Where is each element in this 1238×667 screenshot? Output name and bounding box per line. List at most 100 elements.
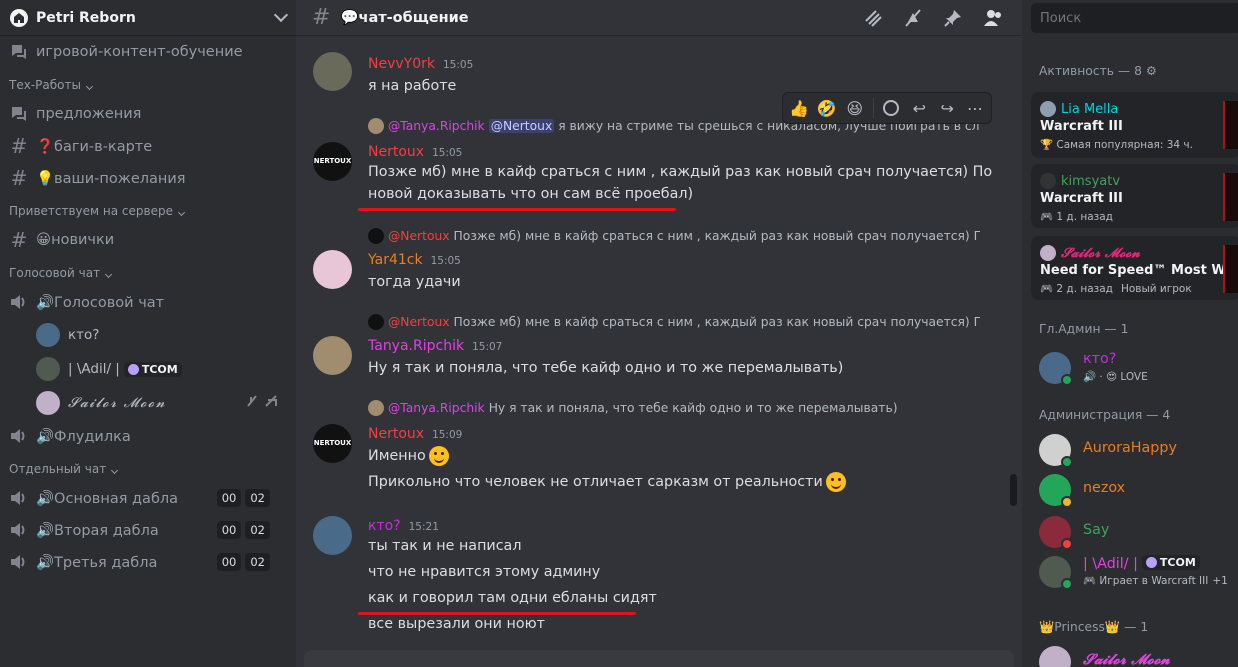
reply-author[interactable]: @Tanya.Ripchik [388,119,485,133]
category-header[interactable]: Тех-Работы [0,68,296,98]
more-icon[interactable]: ⋯ [965,96,985,120]
activity-card[interactable]: 𝓢𝓪𝓲𝓵𝓸𝓻 𝓜𝓸𝓸𝓷 Need for Speed™ Most Wa... 🎮 2… [1031,236,1238,300]
reply-text: Ну я так и поняла, что тебе кайф одно и … [488,401,898,415]
username[interactable]: кто? 15:21 [368,518,439,534]
avatar[interactable] [313,336,352,375]
red-underline-annotation [358,208,676,211]
reply-author[interactable]: @Nertoux [388,229,450,243]
thumbs-up-icon[interactable]: 👍 [789,96,809,120]
reply-preview[interactable]: @Nertoux Позже мб) мне в кайф сраться с н… [368,228,980,244]
grin-icon[interactable]: 😆 [845,96,865,120]
user-count-badge: 00 [216,553,242,571]
sidebar-item-channel[interactable]: 🔊Основная дабла 00 02 [0,482,296,514]
channel-label: 🔊Голосовой чат [36,294,165,311]
add-reaction-icon[interactable] [882,96,902,120]
author-name[interactable]: Yar41ck [368,252,423,268]
scrollbar-thumb[interactable] [1010,474,1017,506]
game-name: Need for Speed™ Most Wa... [1040,263,1238,278]
avatar[interactable] [313,250,352,289]
reply-icon[interactable]: ↩ [909,96,929,120]
category-label: Тех-Работы [9,78,81,92]
member-item[interactable]: nezox [1039,470,1238,510]
activity-card[interactable]: kimsyatv Warcraft III 🎮 1 д. назад [1031,164,1238,228]
username[interactable]: Yar41ck 15:05 [368,252,461,268]
threads-icon[interactable] [862,7,884,29]
message-composer[interactable] [304,650,1014,667]
voice-user-name: 𝓢𝓪𝓲𝓵𝓸𝓻 𝓜𝓸𝓸𝓷 [68,395,167,411]
clan-tag-icon [127,363,139,375]
member-item[interactable]: Say [1039,512,1238,552]
activity-user-name[interactable]: kimsyatv [1061,174,1120,189]
voice-user[interactable]: кто? [0,318,296,352]
avatar[interactable] [313,52,352,91]
member-name: кто? [1083,351,1116,367]
member-group-header: 👑Princess👑 — 1 [1039,620,1149,634]
member-name-text: Say [1083,522,1110,538]
sidebar-item-channel[interactable]: # 😀новички [0,224,296,256]
member-item[interactable]: AuroraHappy [1039,430,1238,470]
member-item[interactable]: 𝓢𝓪𝓲𝓵𝓸𝓻 𝓜𝓸𝓸𝓷 [1039,642,1238,667]
activity-user-name[interactable]: Lia Mella [1061,102,1118,117]
activity-card[interactable]: Lia Mella Warcraft III 🏆 Самая популярная:… [1031,92,1238,158]
sidebar-item-channel[interactable]: 🔊Голосовой чат [0,286,296,318]
server-home-icon [10,8,28,27]
message-line: я на работе [368,78,457,94]
members-icon[interactable] [982,7,1004,29]
message-line: как и говорил там одни ебланы сидят [368,590,657,606]
avatar[interactable]: NERTOUX [313,142,352,181]
sidebar-item-channel[interactable]: 🔊Третья дабла 00 02 [0,546,296,578]
username[interactable]: NevvY0rk 15:05 [368,56,473,72]
search-input[interactable] [1031,3,1238,33]
category-header[interactable]: Приветствуем на сервере [0,194,296,224]
reply-preview[interactable]: @Tanya.Ripchik Ну я так и поняла, что теб… [368,400,980,416]
activity-user-name[interactable]: 𝓢𝓪𝓲𝓵𝓸𝓻 𝓜𝓸𝓸𝓷 [1061,246,1140,261]
author-name[interactable]: Tanya.Ripchik [368,338,464,354]
forward-icon[interactable]: ↪ [937,96,957,120]
reply-author[interactable]: @Nertoux [388,315,450,329]
voice-user[interactable]: 𝓢𝓪𝓲𝓵𝓸𝓻 𝓜𝓸𝓸𝓷 [0,386,296,420]
chevron-down-icon[interactable] [273,7,289,23]
game-name: Warcraft III [1040,119,1123,134]
sidebar-item-channel[interactable]: # 💡ваши-пожелания [0,162,296,194]
pin-icon[interactable] [942,7,964,29]
channel-label: ❓баги-в-карте [36,138,153,155]
username[interactable]: Nertoux 15:09 [368,426,462,442]
sidebar-item-channel[interactable]: 🔊Вторая дабла 00 02 [0,514,296,546]
user-limit-badges: 00 02 [215,489,270,507]
sidebar-item-channel[interactable]: 🔊Флудилка [0,420,296,452]
chevron-down-icon [111,466,119,475]
reply-author[interactable]: @Tanya.Ripchik [388,401,485,415]
member-item[interactable]: кто? 🔊 · 😍 LOVE [1039,348,1238,388]
timestamp: 15:09 [432,429,463,441]
avatar[interactable] [313,516,352,555]
message-line: что не нравится этому админу [368,564,601,580]
username[interactable]: Tanya.Ripchik 15:07 [368,338,502,354]
status-indicator [1061,456,1073,468]
rofl-icon[interactable]: 🤣 [817,96,837,120]
voice-user[interactable]: | \Adil/ | TCOM [0,352,296,386]
mention[interactable]: @Nertoux [488,119,555,133]
mute-icon[interactable] [902,7,924,29]
reply-preview[interactable]: @Nertoux Позже мб) мне в кайф сраться с н… [368,314,980,330]
username[interactable]: Nertoux 15:05 [368,144,462,160]
activity-time: 🎮 1 д. назад [1040,211,1113,223]
category-header[interactable]: Голосовой чат [0,256,296,286]
message-text: новой доказывать что он сам всё проебал) [368,186,693,202]
hash-icon: # [10,166,28,190]
author-name[interactable]: Nertoux [368,426,424,442]
avatar[interactable]: NERTOUX [313,424,352,463]
member-item[interactable]: | \Adil/ | TCOM 🎮 Играет в Warcraft III +1 [1039,552,1238,592]
sidebar-item-channel[interactable]: # ❓баги-в-карте [0,130,296,162]
category-label: Отдельный чат [9,462,107,476]
gear-icon[interactable]: ⚙ [1142,64,1157,78]
author-name[interactable]: кто? [368,518,401,534]
category-header[interactable]: Отдельный чат [0,452,296,482]
author-name[interactable]: Nertoux [368,144,424,160]
channel-label: 🔊Вторая дабла [36,522,159,539]
sidebar-item-channel[interactable]: предложения [0,98,296,130]
sidebar-item-channel[interactable]: игровой-контент-обучение [0,36,296,68]
server-header[interactable]: Petri Reborn [0,0,296,36]
member-name-text: AuroraHappy [1083,440,1177,456]
member-status-text: 🎮 Играет в Warcraft III +1 [1083,574,1228,587]
author-name[interactable]: NevvY0rk [368,56,435,72]
